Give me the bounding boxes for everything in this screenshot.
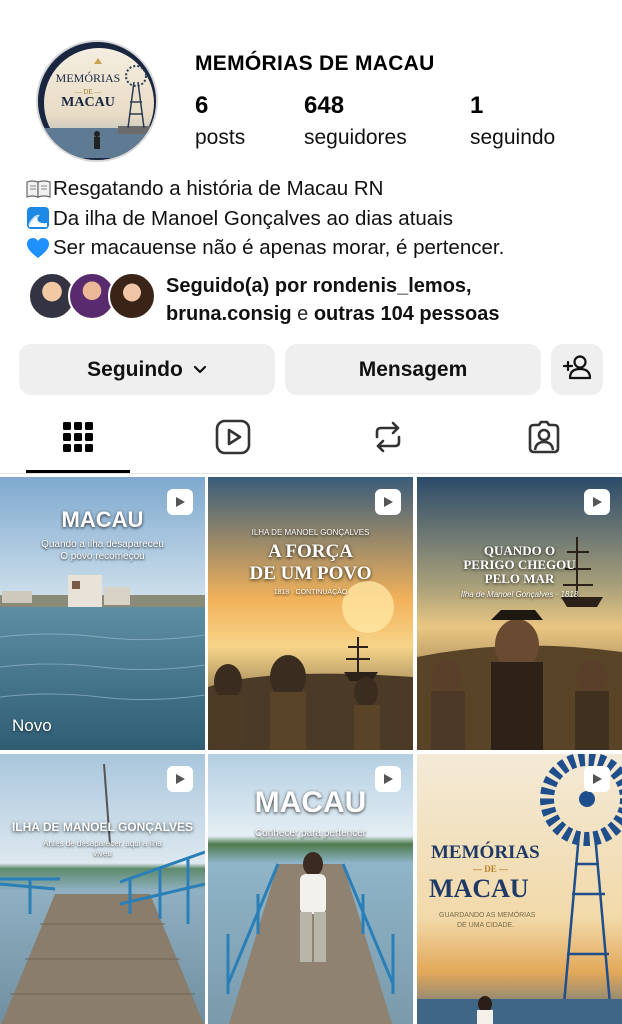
svg-text:MACAU: MACAU — [61, 95, 115, 110]
stat-posts[interactable]: 6 posts — [195, 92, 245, 150]
following-button[interactable]: Seguindo — [19, 344, 275, 395]
mutual-prefix: Seguido(a) por — [166, 275, 313, 297]
wave-emoji-icon — [26, 206, 53, 230]
reel-icon — [375, 766, 401, 792]
stat-followers-label: seguidores — [304, 126, 407, 149]
post-title: ILHA DE MANOEL GONÇALVES — [11, 820, 194, 834]
post-subtitle: DE UMA CIDADE. — [457, 922, 515, 929]
post-subtitle: O povo recomeçou — [60, 551, 145, 562]
post-subtitle: 1818 · CONTINUAÇÃO — [273, 589, 348, 596]
post-subtitle: Quando a ilha desapareceu — [41, 539, 164, 550]
post-tile[interactable]: MEMÓRIAS — DE — MACAU GUARDANDO AS MEMÓR… — [417, 754, 622, 1024]
post-tile[interactable]: QUANDO O PERIGO CHEGOU PELO MAR Ilha de … — [417, 477, 622, 750]
bio-line: Resgatando a história de Macau RN — [26, 174, 504, 204]
post-tile[interactable]: MACAU Conhecer para pertencer — [208, 754, 413, 1024]
post-tile[interactable]: ILHA DE MANOEL GONÇALVES A FORÇA DE UM P… — [208, 477, 413, 750]
mutual-others-link[interactable]: outras 104 pessoas — [314, 303, 500, 325]
post-title: MEMÓRIAS — [431, 842, 540, 863]
open-book-emoji-icon — [26, 179, 53, 199]
reel-icon — [584, 766, 610, 792]
post-title: — DE — — [473, 864, 509, 874]
tab-reposts[interactable] — [336, 404, 440, 474]
reel-icon — [584, 489, 610, 515]
mutual-avatar — [108, 272, 156, 320]
stat-following[interactable]: 1 seguindo — [470, 92, 555, 150]
stat-followers-value: 648 — [304, 92, 345, 119]
profile-avatar[interactable]: MEMÓRIAS — DE — MACAU — [36, 40, 158, 162]
post-title: PELO MAR — [484, 571, 555, 586]
reposts-icon — [371, 420, 405, 459]
tagged-icon — [526, 419, 562, 460]
mutual-user-link[interactable]: bruna.consig — [166, 303, 292, 325]
bio-line: Da ilha de Manoel Gonçalves ao dias atua… — [26, 204, 504, 234]
bio-text: Resgatando a história de Macau RN — [53, 177, 384, 200]
blue-heart-emoji-icon — [26, 237, 53, 259]
add-person-icon — [562, 354, 592, 386]
following-button-label: Seguindo — [87, 357, 183, 381]
reel-icon — [167, 766, 193, 792]
mutual-followers[interactable]: Seguido(a) por rondenis_lemos, bruna.con… — [28, 272, 608, 325]
mutual-followers-text: Seguido(a) por rondenis_lemos, bruna.con… — [166, 272, 499, 328]
post-tile[interactable]: MACAU Quando a ilha desapareceu O povo r… — [0, 477, 205, 750]
tab-reels[interactable] — [181, 404, 285, 474]
active-tab-indicator — [26, 470, 130, 473]
grid-icon — [62, 421, 94, 458]
stat-posts-value: 6 — [195, 92, 209, 119]
stat-following-label: seguindo — [470, 126, 556, 149]
stat-followers[interactable]: 648 seguidores — [304, 92, 407, 150]
post-tile[interactable]: ILHA DE MANOEL GONÇALVES Antes de desapa… — [0, 754, 205, 1024]
post-title: DE UM POVO — [249, 563, 372, 584]
reel-icon — [167, 489, 193, 515]
suggest-users-button[interactable] — [551, 344, 603, 395]
reel-icon — [375, 489, 401, 515]
message-button-label: Mensagem — [358, 357, 468, 381]
reels-icon — [215, 419, 251, 460]
profile-bio: Resgatando a história de Macau RN Da ilh… — [26, 174, 504, 263]
profile-username: MEMÓRIAS DE MACAU — [195, 52, 435, 75]
message-button[interactable]: Mensagem — [285, 344, 541, 395]
svg-text:MEMÓRIAS: MEMÓRIAS — [56, 71, 121, 85]
bio-text: Da ilha de Manoel Gonçalves ao dias atua… — [53, 206, 453, 230]
stat-following-value: 1 — [470, 92, 484, 119]
bio-line: Ser macauense não é apenas morar, é pert… — [26, 233, 504, 263]
post-title: MACAU — [429, 874, 529, 903]
chevron-down-icon — [193, 365, 207, 375]
post-subtitle: Conhecer para pertencer — [254, 828, 367, 839]
tab-tagged[interactable] — [492, 404, 596, 474]
post-subtitle: Ilha de Manoel Gonçalves · 1818 — [460, 590, 579, 599]
stat-posts-label: posts — [195, 126, 246, 149]
mutual-user-link[interactable]: rondenis_lemos, — [313, 275, 472, 297]
tab-posts-grid[interactable] — [26, 404, 130, 474]
post-title: A FORÇA — [268, 541, 353, 562]
profile-tabs — [0, 404, 622, 474]
mutual-conjunction: e — [291, 303, 314, 325]
new-badge: Novo — [12, 716, 52, 735]
post-subtitle: viveu — [93, 849, 112, 858]
bio-text: Ser macauense não é apenas morar, é pert… — [53, 236, 505, 259]
post-subtitle: ILHA DE MANOEL GONÇALVES — [251, 528, 370, 537]
